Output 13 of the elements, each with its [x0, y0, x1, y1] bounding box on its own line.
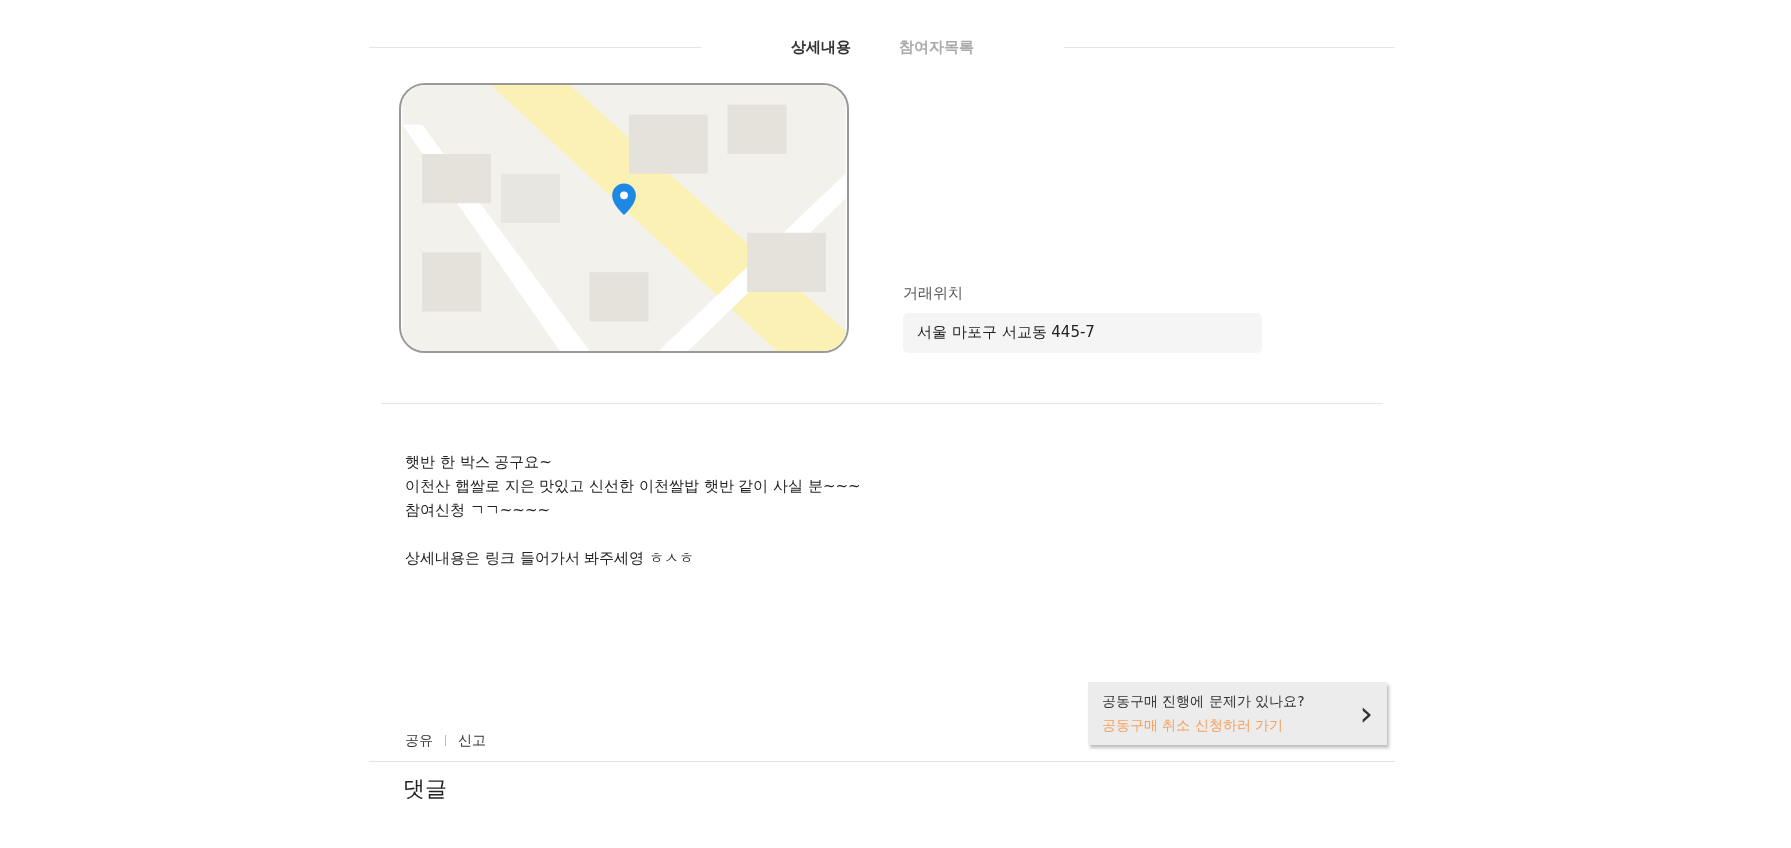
description-text: 햇반 한 박스 공구요~	[405, 451, 553, 473]
chevron-right-icon: ›	[1359, 696, 1373, 730]
address-field: 서울 마포구 서교동 445-7	[903, 312, 1262, 353]
description-text: 상세내용은 링크 들어가서 봐주세영 ㅎㅅㅎ	[405, 547, 696, 569]
tab[interactable]: 상세내용	[790, 30, 851, 65]
help-question: 공동구매 진행에 문제가 있나요?	[1102, 691, 1305, 711]
description-text: 이천산 햅쌀로 지은 맛있고 신선한 이천쌀밥 햇반 같이 사실 분~~~	[405, 475, 862, 497]
field-label: 거래위치	[903, 283, 963, 304]
cancel-request-button[interactable]: 공동구매 진행에 문제가 있나요? 공동구매 취소 신청하러 가기 ›	[1088, 681, 1387, 745]
comments-heading: 댓글	[403, 774, 447, 803]
action-link[interactable]: 신고	[458, 729, 486, 751]
description-text: 참여신청 ㄱㄱ~~~~	[405, 499, 552, 521]
action-link[interactable]: 공유	[405, 729, 433, 751]
